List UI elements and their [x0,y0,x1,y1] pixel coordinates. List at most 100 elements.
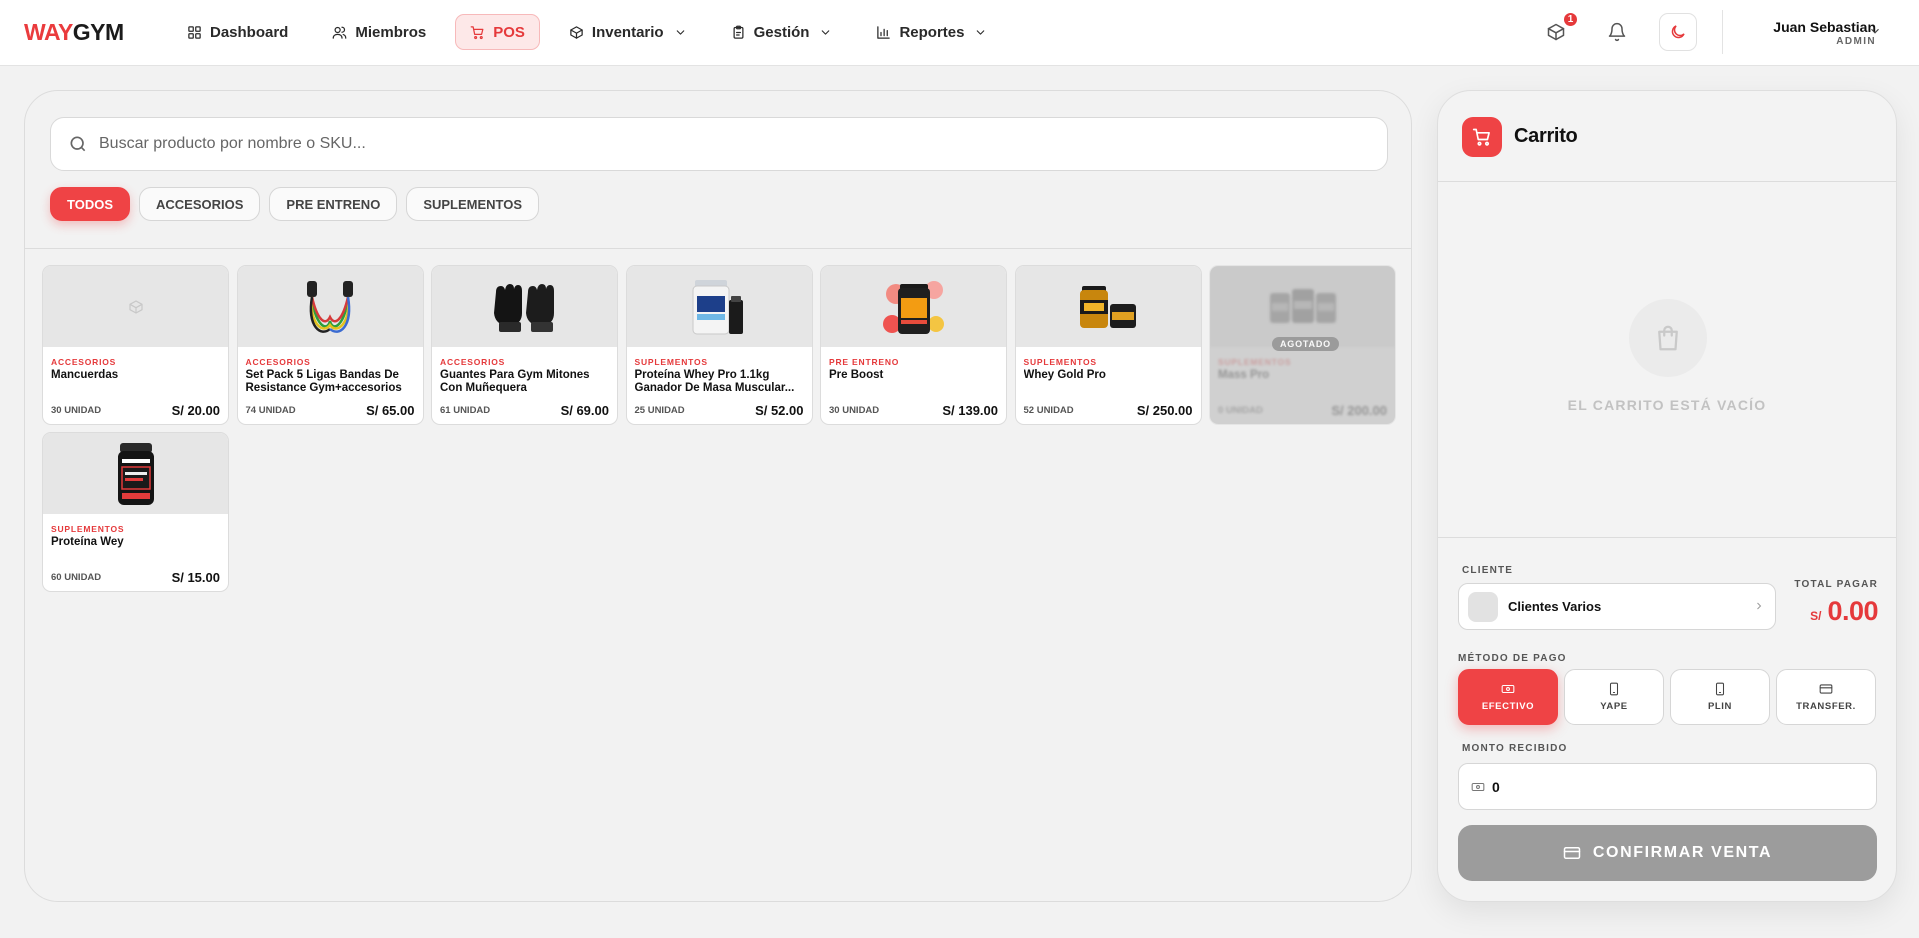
clipboard-icon [733,25,744,39]
protein-tub-image [117,442,154,505]
cart-footer-divider [1438,537,1896,538]
pre-boost-image [882,280,944,334]
theme-toggle-button[interactable] [1659,13,1697,51]
bar-chart-icon [877,25,891,39]
product-category: SUPLEMENTOS [51,524,125,534]
amount-received-input[interactable] [1492,764,1862,809]
payment-label: PLIN [1707,701,1733,712]
filter-todos[interactable]: TODOS [50,187,130,221]
nav-label-dashboard: Dashboard [210,23,289,41]
product-card[interactable]: SUPLEMENTOS Proteína Whey Pro 1.1kg Gana… [625,265,813,425]
product-image [432,266,617,347]
client-avatar [1468,592,1498,622]
nav-item-gestion[interactable]: Gestión [716,14,848,50]
product-stock: 30 UNIDAD [829,405,880,416]
user-role: ADMIN [1836,36,1876,47]
cash-icon [1501,684,1515,694]
product-price: S/ 15.00 [171,570,220,585]
user-name[interactable]: Juan Sebastian [1740,19,1876,35]
product-name: Set Pack 5 Ligas Bandas De Resistance Gy… [245,369,402,394]
product-category: SUPLEMENTOS [634,357,708,367]
credit-card-icon [1563,847,1581,859]
product-name: Mass Pro [1218,369,1270,381]
product-category: PRE ENTRENO [829,357,900,367]
whey-pro-image [692,279,743,334]
amount-received-field[interactable] [1458,763,1877,810]
logo-text-gym: GYM [72,19,124,45]
grid-icon [188,25,201,39]
product-name: Mancuerdas [51,369,119,381]
product-image [1015,266,1201,347]
product-price: S/ 250.00 [1136,403,1193,418]
chevron-down-icon [977,29,985,35]
product-card[interactable]: PRE ENTRENO Pre Boost 30 UNIDAD S/ 139.0… [820,265,1007,425]
product-card-out-of-stock: SUPLEMENTOS Mass Pro 0 UNIDAD S/ 200.00 … [1209,265,1396,425]
product-image [1210,266,1395,347]
product-category: ACCESORIOS [440,357,506,367]
box-icon [128,299,143,314]
nav-label-inventario: Inventario [591,23,664,41]
category-filters: TODOS ACCESORIOS PRE ENTRENO SUPLEMENTOS [50,187,540,221]
product-grid: ACCESORIOS Mancuerdas 30 UNIDAD S/ 20.00… [42,265,1396,592]
notifications-button[interactable] [1605,20,1629,44]
product-category: SUPLEMENTOS [1218,357,1292,367]
product-image [821,266,1006,347]
filter-suplementos[interactable]: SUPLEMENTOS [406,187,540,221]
product-search[interactable] [50,117,1388,171]
nav-item-miembros[interactable]: Miembros [317,14,441,50]
moon-icon [1671,25,1685,39]
product-image-placeholder [43,266,228,347]
search-input[interactable] [99,118,1379,170]
cart-icon [1472,128,1490,146]
payment-plin-button[interactable]: PLIN [1670,669,1770,725]
header-divider [1722,10,1723,54]
bell-icon [1608,22,1626,42]
payment-transfer-button[interactable]: TRANSFER. [1776,669,1876,725]
user-menu-toggle[interactable] [1868,24,1882,43]
search-icon [70,136,86,152]
users-icon [332,26,347,39]
payment-efectivo-button[interactable]: EFECTIVO [1458,669,1558,725]
product-name: Proteína Whey Pro 1.1kg Ganador De Masa … [634,369,795,394]
cart-header-icon [1462,117,1502,157]
nav-label-pos: POS [493,23,525,41]
product-stock: 25 UNIDAD [634,405,685,416]
product-image [626,266,812,347]
product-category: ACCESORIOS [51,357,117,367]
confirm-sale-button[interactable]: CONFIRMAR VENTA [1458,825,1877,881]
product-card[interactable]: ACCESORIOS Set Pack 5 Ligas Bandas De Re… [236,265,424,425]
phone-icon [1715,682,1725,696]
product-name: Proteína Wey [51,536,124,548]
resistance-bands-image [307,280,353,333]
products-panel: TODOS ACCESORIOS PRE ENTRENO SUPLEMENTOS… [24,90,1412,902]
product-card[interactable]: SUPLEMENTOS Whey Gold Pro 52 UNIDAD S/ 2… [1014,265,1202,425]
confirm-sale-label: CONFIRMAR VENTA [1592,844,1773,861]
nav-item-reportes[interactable]: Reportes [861,14,1002,50]
cart-icon [470,25,484,39]
product-price: S/ 139.00 [942,403,998,418]
chevron-down-icon [1871,28,1879,34]
product-name: Whey Gold Pro [1023,369,1106,381]
payment-methods: EFECTIVO YAPE PLIN TRANSFER. [1458,669,1876,725]
chevron-down-icon [676,29,684,35]
total-amount: S/0.00 [1728,596,1878,627]
filter-pre-entreno[interactable]: PRE ENTRENO [269,187,398,221]
nav-item-inventario[interactable]: Inventario [554,14,702,50]
product-card[interactable]: ACCESORIOS Mancuerdas 30 UNIDAD S/ 20.00 [42,265,229,425]
empty-cart-message: EL CARRITO ESTÁ VACÍO [1567,397,1767,413]
product-stock: 60 UNIDAD [51,572,102,583]
payment-method-label: MÉTODO DE PAGO [1458,653,1567,664]
payment-label: YAPE [1600,701,1628,712]
app-logo[interactable]: WAYGYM [24,19,124,46]
product-name: Pre Boost [829,369,884,381]
filter-accesorios[interactable]: ACCESORIOS [139,187,261,221]
nav-item-dashboard[interactable]: Dashboard [172,14,303,50]
product-card[interactable]: SUPLEMENTOS Proteína Wey 60 UNIDAD S/ 15… [42,432,229,592]
out-of-stock-badge: AGOTADO [1272,337,1339,351]
product-card-body: SUPLEMENTOS Mass Pro 0 UNIDAD S/ 200.00 [1210,266,1395,418]
nav-item-pos[interactable]: POS [455,14,540,50]
payment-yape-button[interactable]: YAPE [1564,669,1664,725]
nav-label-miembros: Miembros [355,23,427,41]
product-image [237,266,423,347]
product-card[interactable]: ACCESORIOS Guantes Para Gym Mitones Con … [431,265,618,425]
